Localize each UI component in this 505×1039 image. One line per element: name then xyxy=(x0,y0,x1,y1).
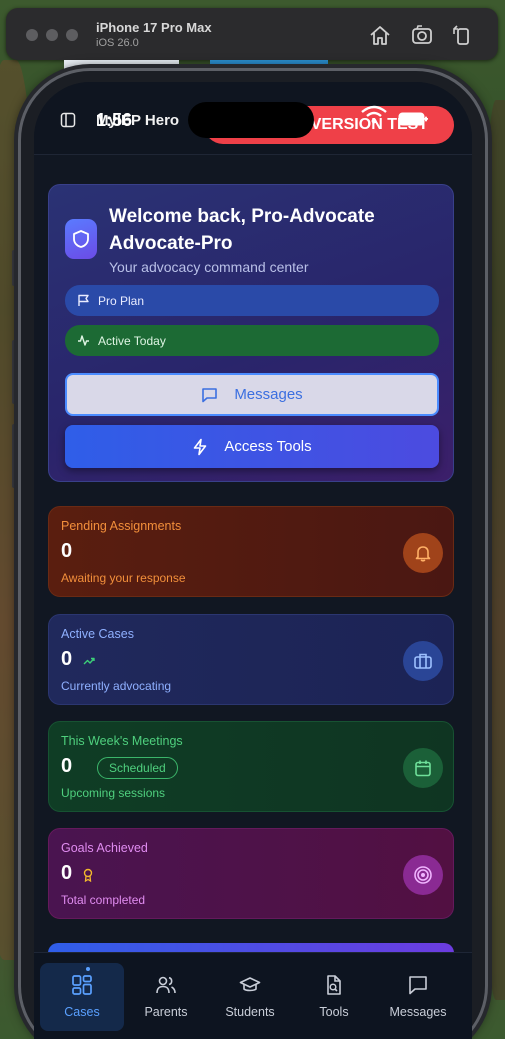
stat-label: Goals Achieved xyxy=(61,841,148,855)
simulator-os-version: iOS 26.0 xyxy=(96,37,139,49)
bottom-nav: Cases Parents Students Tools Messages xyxy=(34,952,472,1039)
phone-side-button xyxy=(12,250,16,286)
simulator-title-bar: iPhone 17 Pro Max iOS 26.0 xyxy=(6,8,498,60)
simulator-device-name: iPhone 17 Pro Max xyxy=(96,20,212,35)
welcome-title: Welcome back, Pro-Advocate Advocate-Pro xyxy=(109,206,375,254)
phone-side-button xyxy=(12,340,16,404)
wifi-icon xyxy=(361,105,387,124)
plan-label: Pro Plan xyxy=(98,293,145,308)
stat-subtitle: Total completed xyxy=(61,893,146,907)
home-icon[interactable] xyxy=(368,24,392,46)
activity-badge: Active Today xyxy=(65,325,439,356)
active-indicator-dot xyxy=(86,967,90,971)
nav-label: Students xyxy=(225,1005,275,1019)
screenshot-icon[interactable] xyxy=(410,24,434,46)
plan-badge: Pro Plan xyxy=(65,285,439,316)
header-divider xyxy=(34,154,472,155)
access-tools-button-label: Access Tools xyxy=(224,438,312,455)
nav-label: Messages xyxy=(389,1005,447,1019)
grid-icon xyxy=(72,975,92,995)
nav-item-students[interactable]: Students xyxy=(208,963,292,1031)
window-close-button[interactable] xyxy=(26,29,38,41)
status-time: 1:56 xyxy=(96,110,133,130)
welcome-subtitle: Your advocacy command center xyxy=(109,259,309,275)
window-minimize-button[interactable] xyxy=(46,29,58,41)
target-icon xyxy=(403,855,443,895)
flag-icon xyxy=(78,294,89,306)
stat-value: 0 xyxy=(61,648,73,670)
stat-label: Active Cases xyxy=(61,627,134,641)
stat-card-weekly-meetings[interactable]: This Week's Meetings 0 Scheduled Upcomin… xyxy=(48,721,454,812)
briefcase-icon xyxy=(403,641,443,681)
stat-subtitle: Upcoming sessions xyxy=(61,786,166,800)
messages-button[interactable]: Messages xyxy=(65,373,439,416)
messages-button-label: Messages xyxy=(234,386,303,403)
sidebar-toggle-icon[interactable] xyxy=(60,112,76,128)
nav-label: Tools xyxy=(319,1005,349,1019)
message-icon xyxy=(409,976,427,995)
welcome-card: Welcome back, Pro-Advocate Advocate-Pro … xyxy=(48,184,454,482)
nav-item-tools[interactable]: Tools xyxy=(292,963,376,1031)
stat-card-pending-assignments[interactable]: Pending Assignments 0 Awaiting your resp… xyxy=(48,506,454,597)
nav-item-parents[interactable]: Parents xyxy=(124,963,208,1031)
calendar-icon xyxy=(403,748,443,788)
dynamic-island xyxy=(188,102,314,138)
activity-icon xyxy=(78,335,89,346)
award-icon xyxy=(83,868,93,882)
stat-label: This Week's Meetings xyxy=(61,734,183,748)
activity-label: Active Today xyxy=(98,333,166,348)
message-icon xyxy=(202,387,218,402)
nav-item-messages[interactable]: Messages xyxy=(376,963,460,1031)
file-search-icon xyxy=(327,975,341,995)
app-screen: MyIEP Hero 1:56 P VERSION TEST Welcome b… xyxy=(34,82,472,1039)
stat-subtitle: Awaiting your response xyxy=(61,571,186,585)
window-zoom-button[interactable] xyxy=(66,29,78,41)
nav-item-cases[interactable]: Cases xyxy=(40,963,124,1031)
nav-label: Cases xyxy=(64,1005,100,1019)
stat-card-active-cases[interactable]: Active Cases 0 Currently advocating xyxy=(48,614,454,705)
stat-subtitle: Currently advocating xyxy=(61,679,172,693)
stat-label: Pending Assignments xyxy=(61,519,182,533)
graduation-cap-icon xyxy=(239,977,261,992)
stat-value: 0 xyxy=(61,862,73,884)
shield-icon xyxy=(65,219,97,259)
battery-icon xyxy=(398,112,427,126)
trending-up-icon xyxy=(83,657,95,665)
stat-value: 0 xyxy=(61,755,73,777)
nav-label: Parents xyxy=(144,1005,188,1019)
stat-value: 0 xyxy=(61,540,73,562)
bell-icon xyxy=(403,533,443,573)
app-header: MyIEP Hero 1:56 P VERSION TEST xyxy=(34,82,472,154)
users-icon xyxy=(156,976,176,994)
scheduled-badge: Scheduled xyxy=(97,757,178,779)
rotate-icon[interactable] xyxy=(450,24,474,46)
phone-side-button xyxy=(12,424,16,488)
stat-card-goals-achieved[interactable]: Goals Achieved 0 Total completed xyxy=(48,828,454,919)
lightning-icon xyxy=(194,438,207,455)
access-tools-button[interactable]: Access Tools xyxy=(65,425,439,468)
